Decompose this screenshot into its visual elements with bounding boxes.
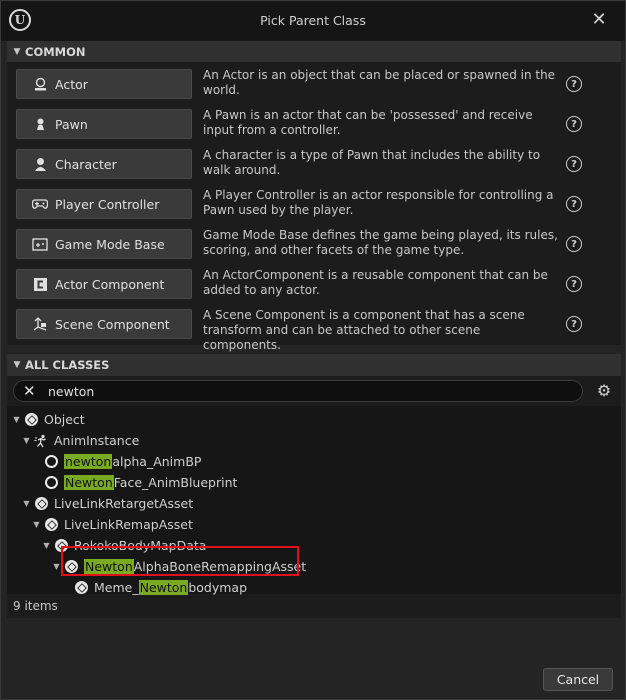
close-icon[interactable]: ✕ — [589, 10, 609, 30]
player-controller-label: Player Controller — [55, 196, 160, 212]
help-icon[interactable]: ? — [566, 276, 582, 292]
character-button[interactable]: Character — [16, 149, 192, 179]
collapse-arrow-icon: ▼ — [13, 360, 21, 370]
expand-arrow-icon[interactable]: ▼ — [31, 520, 42, 529]
common-row-game-mode-base: Game Mode Base Game Mode Base defines th… — [16, 228, 606, 259]
search-input[interactable] — [48, 383, 568, 399]
player-controller-button[interactable]: Player Controller — [16, 189, 192, 219]
tree-item-livelinkretargetasset[interactable]: ▼ LiveLinkRetargetAsset — [21, 493, 193, 514]
tree-item-animinstance[interactable]: ▼ AnimInstance — [21, 430, 139, 451]
common-row-actor-component: Actor Component An ActorComponent is a r… — [16, 268, 606, 299]
actor-component-description: An ActorComponent is a reusable componen… — [203, 268, 548, 297]
tree-item-object[interactable]: ▼ Object — [11, 409, 85, 430]
actor-component-icon — [31, 276, 49, 292]
game-mode-base-button[interactable]: Game Mode Base — [16, 229, 192, 259]
common-row-scene-component: Scene Component A Scene Component is a c… — [16, 308, 606, 352]
class-icon — [34, 497, 48, 511]
game-mode-base-label: Game Mode Base — [55, 236, 165, 252]
expand-arrow-icon[interactable]: ▼ — [21, 499, 32, 508]
class-icon — [44, 518, 58, 532]
help-icon[interactable]: ? — [566, 236, 582, 252]
actor-description: An Actor is an object that can be placed… — [203, 68, 556, 97]
common-section-header[interactable]: ▼ COMMON — [7, 41, 621, 63]
blueprint-ring-icon — [44, 476, 58, 490]
collapse-arrow-icon: ▼ — [13, 47, 21, 57]
common-section-label: COMMON — [25, 45, 86, 59]
tree-item-label: LiveLinkRemapAsset — [64, 517, 193, 532]
help-icon[interactable]: ? — [566, 316, 582, 332]
common-row-character: Character A character is a type of Pawn … — [16, 148, 606, 179]
game-mode-icon — [31, 236, 49, 252]
help-icon[interactable]: ? — [566, 196, 582, 212]
tree-item-meme-newtonbodymap[interactable]: Meme_Newtonbodymap — [61, 577, 247, 598]
common-row-pawn: Pawn A Pawn is an actor that can be 'pos… — [16, 108, 606, 139]
actor-label: Actor — [55, 76, 88, 92]
dialog-title: Pick Parent Class — [260, 13, 366, 28]
help-icon[interactable]: ? — [566, 76, 582, 92]
running-figure-icon — [34, 434, 48, 448]
expand-arrow-icon[interactable]: ▼ — [21, 436, 32, 445]
tree-item-newtonface-animblueprint[interactable]: NewtonFace_AnimBlueprint — [31, 472, 237, 493]
actor-button[interactable]: Actor — [16, 69, 192, 99]
tree-item-livelinkremapasset[interactable]: ▼ LiveLinkRemapAsset — [31, 514, 193, 535]
all-classes-panel: ✕ ⚙ ▼ Object ▼ AnimInstance — [7, 376, 621, 618]
tree-item-newtonalpha-animbp[interactable]: newtonalpha_AnimBP — [31, 451, 201, 472]
character-label: Character — [55, 156, 117, 172]
gamepad-icon — [31, 196, 49, 212]
clear-search-icon[interactable]: ✕ — [23, 382, 36, 400]
actor-icon — [31, 76, 49, 92]
help-icon[interactable]: ? — [566, 156, 582, 172]
character-icon — [31, 156, 49, 172]
pawn-description: A Pawn is an actor that can be 'possesse… — [203, 108, 533, 137]
pawn-button[interactable]: Pawn — [16, 109, 192, 139]
scene-component-description: A Scene Component is a component that ha… — [203, 308, 525, 352]
common-row-actor: Actor An Actor is an object that can be … — [16, 68, 606, 99]
search-highlight: newton — [64, 454, 113, 469]
pawn-icon — [31, 116, 49, 132]
actor-component-label: Actor Component — [55, 276, 165, 292]
character-description: A character is a type of Pawn that inclu… — [203, 148, 541, 177]
scene-component-icon — [31, 316, 49, 332]
gear-icon[interactable]: ⚙ — [595, 382, 613, 400]
player-controller-description: A Player Controller is an actor responsi… — [203, 188, 554, 217]
selection-highlight-box — [61, 546, 299, 576]
item-count: 9 items — [13, 599, 58, 613]
tree-item-label: NewtonFace_AnimBlueprint — [64, 475, 238, 490]
actor-component-button[interactable]: Actor Component — [16, 269, 192, 299]
common-row-player-controller: Player Controller A Player Controller is… — [16, 188, 606, 219]
all-classes-section-label: ALL CLASSES — [25, 358, 110, 372]
pick-parent-class-dialog: U Pick Parent Class ✕ ▼ COMMON Actor An … — [0, 0, 626, 700]
tree-item-label: AnimInstance — [54, 433, 140, 448]
search-box: ✕ — [13, 380, 583, 402]
cancel-button[interactable]: Cancel — [543, 668, 613, 691]
class-icon — [74, 581, 88, 595]
tree-item-label: Meme_Newtonbodymap — [94, 580, 248, 595]
common-classes-panel: Actor An Actor is an object that can be … — [7, 62, 621, 352]
all-classes-section-header[interactable]: ▼ ALL CLASSES — [7, 354, 621, 376]
pawn-label: Pawn — [55, 116, 88, 132]
title-bar: U Pick Parent Class ✕ — [1, 1, 625, 41]
object-class-icon — [24, 413, 38, 427]
tree-item-label: newtonalpha_AnimBP — [64, 454, 202, 469]
search-highlight: Newton — [138, 580, 189, 595]
expand-arrow-icon[interactable]: ▼ — [11, 415, 22, 424]
scene-component-button[interactable]: Scene Component — [16, 309, 192, 339]
scene-component-label: Scene Component — [55, 316, 170, 332]
expand-arrow-icon[interactable]: ▼ — [41, 541, 52, 550]
game-mode-base-description: Game Mode Base defines the game being pl… — [203, 228, 558, 257]
help-icon[interactable]: ? — [566, 116, 582, 132]
blueprint-ring-icon — [44, 455, 58, 469]
tree-item-label: Object — [44, 412, 85, 427]
tree-item-label: LiveLinkRetargetAsset — [54, 496, 194, 511]
search-highlight: Newton — [64, 475, 114, 490]
